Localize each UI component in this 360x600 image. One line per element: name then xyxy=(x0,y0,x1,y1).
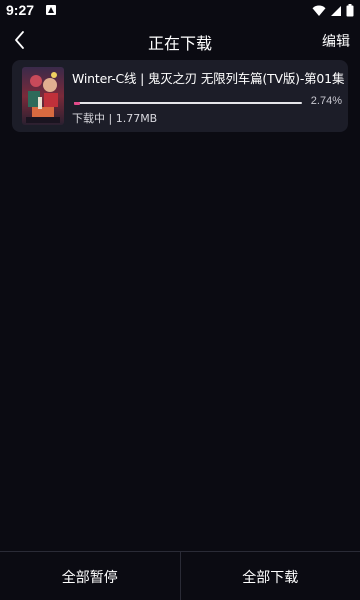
download-item[interactable]: Winter-C线 | 鬼灭之刃 无限列车篇(TV版)-第01集 2.74% 下… xyxy=(12,60,348,132)
download-title: Winter-C线 | 鬼灭之刃 无限列车篇(TV版)-第01集 xyxy=(72,71,344,86)
download-screen: 9:27 正在下载 编辑 Winter-C线 | 鬼灭之刃 无限列车篇(TV版)… xyxy=(0,0,360,600)
a-notification-icon xyxy=(46,5,56,15)
status-icons xyxy=(312,4,354,17)
progress-bar-fill xyxy=(74,101,81,105)
progress-percent: 2.74% xyxy=(310,95,342,107)
header: 正在下载 编辑 xyxy=(0,22,360,58)
pause-all-button[interactable]: 全部暂停 xyxy=(0,552,180,600)
page-title: 正在下载 xyxy=(147,34,212,53)
bottom-action-bar: 全部暂停 全部下载 xyxy=(0,551,360,600)
status-bar: 9:27 xyxy=(0,0,360,22)
edit-button[interactable]: 编辑 xyxy=(322,31,350,51)
progress-bar xyxy=(74,101,302,105)
video-thumbnail xyxy=(22,67,64,125)
download-status: 下载中 | 1.77MB xyxy=(72,112,158,125)
status-time: 9:27 xyxy=(6,2,35,18)
download-all-button[interactable]: 全部下载 xyxy=(181,552,360,600)
wifi-icon xyxy=(312,5,326,16)
signal-icon xyxy=(331,5,341,16)
battery-icon xyxy=(346,4,354,17)
poster-image xyxy=(22,67,64,125)
